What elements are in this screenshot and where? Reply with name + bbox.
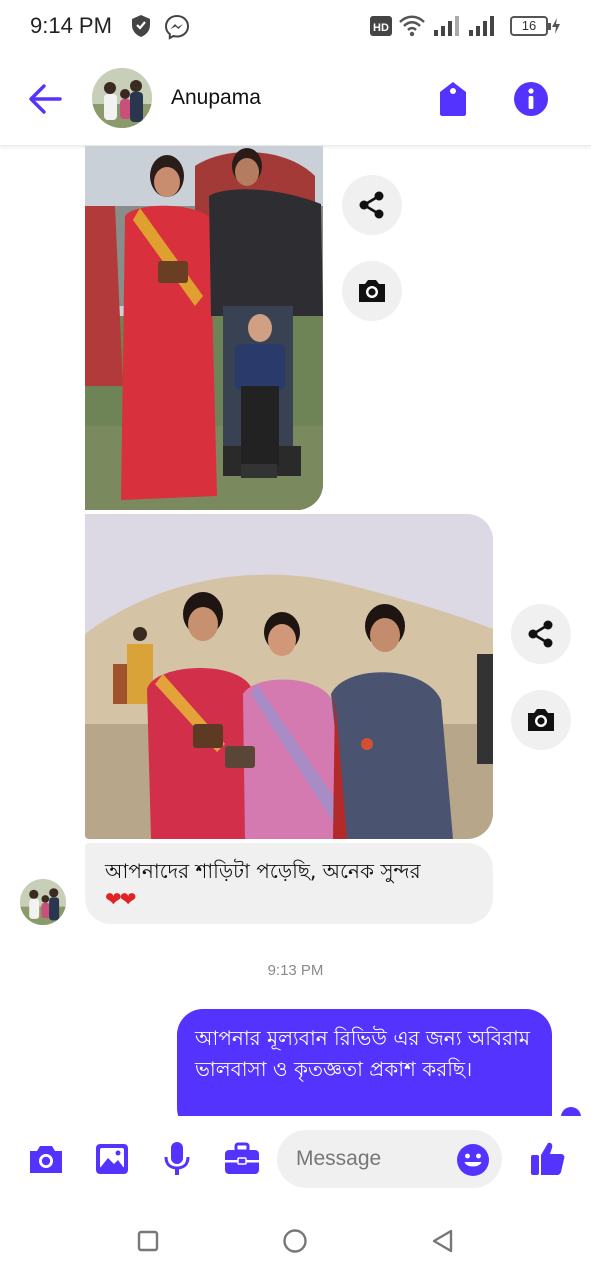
incoming-message-bubble[interactable]: আপনাদের শাড়িটা পড়েছি, অনেক সুন্দর ❤❤ — [85, 843, 493, 924]
tag-icon[interactable] — [434, 80, 472, 118]
group-photo-image — [85, 514, 493, 839]
home-icon[interactable] — [280, 1226, 310, 1256]
thumbs-up-icon[interactable] — [529, 1140, 567, 1178]
status-time: 9:14 PM — [30, 13, 112, 38]
message-composer — [0, 1116, 591, 1198]
camera-button[interactable] — [511, 690, 571, 750]
signal-icon — [469, 16, 494, 36]
system-nav-bar — [0, 1198, 591, 1280]
wifi-icon — [399, 15, 425, 37]
contact-name[interactable]: Anupama — [171, 86, 261, 110]
conversation-header: Anupama — [0, 54, 591, 146]
share-button[interactable] — [511, 604, 571, 664]
status-bar: 9:14 PM HD 16 — [0, 0, 591, 54]
camera-icon — [528, 709, 554, 731]
share-icon — [528, 620, 553, 648]
vpn-shield-icon — [132, 15, 150, 37]
sender-avatar[interactable] — [20, 879, 66, 925]
share-icon — [359, 191, 384, 219]
family-photo-image — [85, 146, 323, 510]
outgoing-message-text: আপনার মূল্যবান রিভিউ এর জন্য অবিরাম ভালব… — [195, 1026, 530, 1081]
battery-level: 16 — [521, 18, 537, 33]
recents-icon[interactable] — [133, 1226, 163, 1256]
heart-emoji: ❤❤ — [105, 887, 137, 911]
camera-button[interactable] — [342, 261, 402, 321]
battery-icon: 16 — [510, 16, 551, 36]
messenger-icon — [164, 14, 190, 40]
svg-text:HD: HD — [373, 22, 389, 34]
charging-bolt-icon — [552, 18, 560, 34]
shared-photo[interactable] — [85, 146, 323, 510]
back-icon[interactable] — [428, 1226, 458, 1256]
share-button[interactable] — [342, 175, 402, 235]
gallery-icon[interactable] — [93, 1140, 131, 1178]
camera-icon[interactable] — [27, 1140, 65, 1178]
back-arrow-icon[interactable] — [26, 82, 66, 116]
hd-icon: HD — [370, 16, 392, 36]
shared-photo[interactable] — [85, 514, 493, 839]
microphone-icon[interactable] — [158, 1140, 196, 1178]
signal-icon — [434, 16, 459, 36]
avatar-photo — [92, 68, 152, 128]
briefcase-icon[interactable] — [223, 1140, 261, 1178]
incoming-message-text: আপনাদের শাড়িটা পড়েছি, অনেক সুন্দর — [105, 859, 421, 883]
contact-avatar[interactable] — [92, 68, 152, 128]
message-timestamp: 9:13 PM — [267, 962, 324, 979]
camera-icon — [359, 280, 385, 302]
avatar-photo — [20, 879, 66, 925]
info-icon[interactable] — [512, 80, 550, 118]
emoji-icon[interactable] — [455, 1142, 491, 1178]
